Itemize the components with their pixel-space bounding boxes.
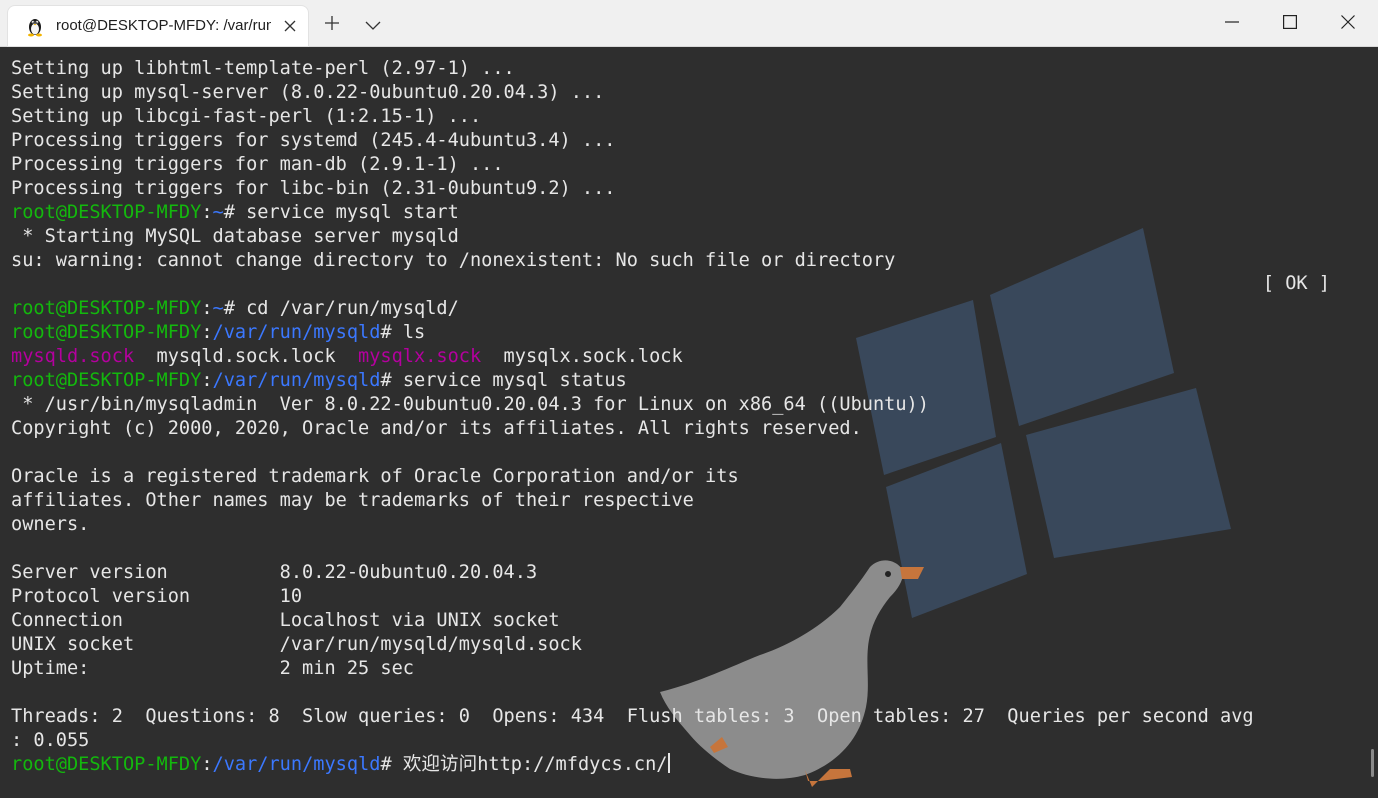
terminal-text-segment: UNIX socket /var/run/mysqld/mysqld.sock	[11, 634, 582, 655]
terminal-line: * /usr/bin/mysqladmin Ver 8.0.22-0ubuntu…	[11, 393, 1254, 417]
terminal-line: Setting up libhtml-template-perl (2.97-1…	[11, 57, 1254, 81]
terminal-text-segment: mysqlx.sock	[358, 346, 482, 367]
terminal-line: root@DESKTOP-MFDY:/var/run/mysqld# ls	[11, 321, 1254, 345]
terminal-line: Processing triggers for systemd (245.4-4…	[11, 129, 1254, 153]
close-icon	[1341, 14, 1355, 33]
status-ok-label: [ OK ]	[1262, 273, 1330, 294]
terminal-text-segment: ~	[212, 298, 224, 319]
maximize-button[interactable]	[1261, 0, 1319, 46]
terminal-text-segment: # cd /var/run/mysqld/	[223, 298, 459, 319]
tab-dropdown-button[interactable]	[355, 8, 391, 42]
terminal-tab[interactable]: root@DESKTOP-MFDY: /var/run	[8, 6, 308, 46]
terminal-line: Uptime: 2 min 25 sec	[11, 657, 1254, 681]
terminal-text-segment: Setting up mysql-server (8.0.22-0ubuntu0…	[11, 82, 605, 103]
terminal-pane[interactable]: Setting up libhtml-template-perl (2.97-1…	[0, 47, 1378, 798]
terminal-text-segment: # ls	[380, 322, 426, 343]
terminal-line: root@DESKTOP-MFDY:~# cd /var/run/mysqld/	[11, 297, 1254, 321]
terminal-text-segment: root@DESKTOP-MFDY	[11, 754, 202, 775]
terminal-text-segment: mysqld.sock	[11, 346, 135, 367]
terminal-text-segment: * Starting MySQL database server mysqld	[11, 226, 459, 247]
terminal-text-segment: root@DESKTOP-MFDY	[11, 370, 202, 391]
terminal-text-segment: # service mysql status	[380, 370, 627, 391]
terminal-line: UNIX socket /var/run/mysqld/mysqld.sock	[11, 633, 1254, 657]
terminal-line: Setting up libcgi-fast-perl (1:2.15-1) .…	[11, 105, 1254, 129]
terminal-line: su: warning: cannot change directory to …	[11, 249, 1254, 273]
terminal-text-segment: :	[201, 754, 213, 775]
minimize-icon	[1225, 14, 1239, 33]
terminal-line: Copyright (c) 2000, 2020, Oracle and/or …	[11, 417, 1254, 441]
terminal-line: Connection Localhost via UNIX socket	[11, 609, 1254, 633]
terminal-line: root@DESKTOP-MFDY:/var/run/mysqld# servi…	[11, 369, 1254, 393]
terminal-line: : 0.055	[11, 729, 1254, 753]
terminal-text-segment: /var/run/mysqld	[212, 370, 381, 391]
terminal-text-segment: Copyright (c) 2000, 2020, Oracle and/or …	[11, 418, 862, 439]
terminal-text-segment: Setting up libcgi-fast-perl (1:2.15-1) .…	[11, 106, 482, 127]
terminal-text-segment: Setting up libhtml-template-perl (2.97-1…	[11, 58, 515, 79]
terminal-text-segment: /var/run/mysqld	[212, 754, 381, 775]
terminal-text-segment: Processing triggers for man-db (2.9.1-1)…	[11, 154, 504, 175]
terminal-line: * Starting MySQL database server mysqld	[11, 225, 1254, 249]
terminal-text-segment: affiliates. Other names may be trademark…	[11, 490, 694, 511]
terminal-text-segment: ~	[212, 202, 224, 223]
terminal-line: Oracle is a registered trademark of Orac…	[11, 465, 1254, 489]
terminal-line: mysqld.sock mysqld.sock.lock mysqlx.sock…	[11, 345, 1254, 369]
terminal-text-segment: owners.	[11, 514, 90, 535]
terminal-text-segment: # service mysql start	[223, 202, 459, 223]
terminal-text-segment: Threads: 2 Questions: 8 Slow queries: 0 …	[11, 706, 1254, 727]
terminal-text-segment: :	[201, 370, 213, 391]
terminal-line: root@DESKTOP-MFDY:~# service mysql start	[11, 201, 1254, 225]
terminal-text-segment: mysqlx.sock.lock	[481, 346, 683, 367]
close-tab-icon[interactable]	[280, 16, 300, 36]
terminal-text-segment: /var/run/mysqld	[212, 322, 381, 343]
terminal-text-segment: mysqld.sock.lock	[134, 346, 359, 367]
maximize-icon	[1283, 14, 1298, 33]
terminal-text-segment: Processing triggers for libc-bin (2.31-0…	[11, 178, 616, 199]
terminal-line: root@DESKTOP-MFDY:/var/run/mysqld# 欢迎访问h…	[11, 753, 1254, 777]
terminal-line: Threads: 2 Questions: 8 Slow queries: 0 …	[11, 705, 1254, 729]
tab-title: root@DESKTOP-MFDY: /var/run	[56, 17, 271, 34]
terminal-text-segment: :	[201, 298, 213, 319]
terminal-text-segment: Oracle is a registered trademark of Orac…	[11, 466, 739, 487]
terminal-line: Setting up mysql-server (8.0.22-0ubuntu0…	[11, 81, 1254, 105]
terminal-text-segment: :	[201, 322, 213, 343]
terminal-output: Setting up libhtml-template-perl (2.97-1…	[11, 57, 1254, 777]
terminal-text-segment: # 欢迎访问http://mfdycs.cn/	[380, 754, 668, 775]
terminal-text-segment: Uptime: 2 min 25 sec	[11, 658, 414, 679]
terminal-text-segment: root@DESKTOP-MFDY	[11, 322, 202, 343]
linux-penguin-icon	[24, 15, 46, 37]
terminal-line: Processing triggers for libc-bin (2.31-0…	[11, 177, 1254, 201]
terminal-text-segment: : 0.055	[11, 730, 90, 751]
new-tab-button[interactable]	[314, 8, 350, 42]
plus-icon	[324, 15, 340, 35]
terminal-text-segment: su: warning: cannot change directory to …	[11, 250, 896, 271]
terminal-text-segment: root@DESKTOP-MFDY	[11, 298, 202, 319]
terminal-text-segment: :	[201, 202, 213, 223]
terminal-line: owners.	[11, 513, 1254, 537]
terminal-text-segment: Protocol version 10	[11, 586, 303, 607]
terminal-text-segment: Processing triggers for systemd (245.4-4…	[11, 130, 616, 151]
close-window-button[interactable]	[1319, 0, 1377, 46]
terminal-line: Protocol version 10	[11, 585, 1254, 609]
terminal-text-segment: Server version 8.0.22-0ubuntu0.20.04.3	[11, 562, 538, 583]
scrollbar-thumb[interactable]	[1371, 749, 1374, 777]
minimize-button[interactable]	[1203, 0, 1261, 46]
terminal-line: affiliates. Other names may be trademark…	[11, 489, 1254, 513]
chevron-down-icon	[365, 16, 381, 35]
terminal-line: Server version 8.0.22-0ubuntu0.20.04.3	[11, 561, 1254, 585]
text-cursor	[667, 753, 670, 773]
terminal-text-segment: root@DESKTOP-MFDY	[11, 202, 202, 223]
terminal-text-segment: Connection Localhost via UNIX socket	[11, 610, 560, 631]
terminal-line: Processing triggers for man-db (2.9.1-1)…	[11, 153, 1254, 177]
title-bar: root@DESKTOP-MFDY: /var/run	[0, 0, 1378, 47]
terminal-text-segment: * /usr/bin/mysqladmin Ver 8.0.22-0ubuntu…	[11, 394, 929, 415]
